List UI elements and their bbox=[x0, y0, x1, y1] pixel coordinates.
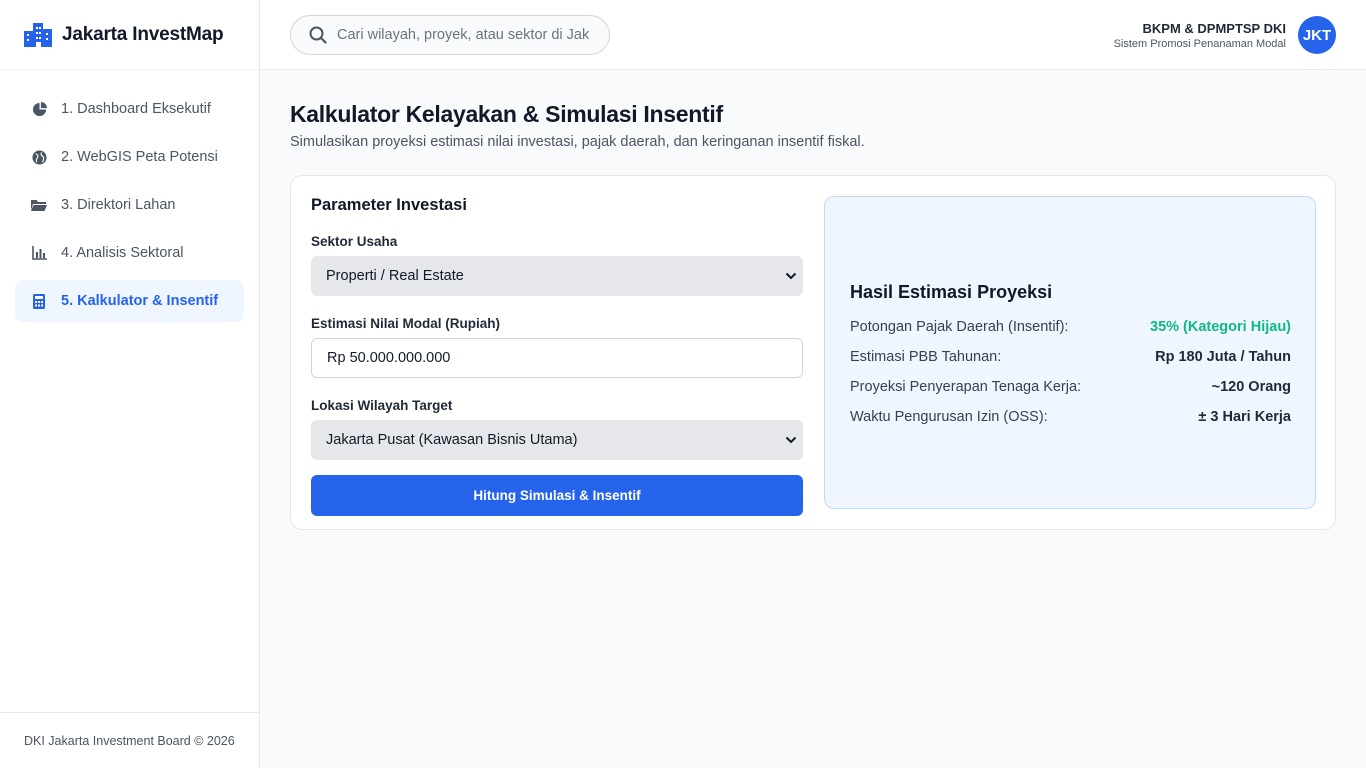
sidebar-item-label: 3. Direktori Lahan bbox=[61, 197, 176, 213]
chevron-down-icon bbox=[785, 436, 797, 444]
search-box[interactable] bbox=[290, 15, 610, 55]
topbar: BKPM & DPMPTSP DKI Sistem Promosi Penana… bbox=[260, 0, 1366, 70]
result-row: Estimasi PBB Tahunan: Rp 180 Juta / Tahu… bbox=[850, 342, 1291, 372]
sector-field: Sektor Usaha Properti / Real Estate bbox=[311, 234, 803, 296]
result-value: Rp 180 Juta / Tahun bbox=[1155, 349, 1291, 365]
location-selected-value: Jakarta Pusat (Kawasan Bisnis Utama) bbox=[326, 432, 578, 448]
sidebar-item-label: 1. Dashboard Eksekutif bbox=[61, 101, 211, 117]
app-name: Jakarta InvestMap bbox=[62, 23, 224, 45]
sidebar-item-direktori[interactable]: 3. Direktori Lahan bbox=[15, 184, 244, 226]
sidebar-item-label: 4. Analisis Sektoral bbox=[61, 245, 184, 261]
result-row: Waktu Pengurusan Izin (OSS): ± 3 Hari Ke… bbox=[850, 402, 1291, 432]
folder-open-icon bbox=[31, 197, 47, 213]
user-subtitle: Sistem Promosi Penanaman Modal bbox=[1113, 37, 1286, 50]
result-value: 35% (Kategori Hijau) bbox=[1150, 319, 1291, 335]
sidebar-item-webgis[interactable]: 2. WebGIS Peta Potensi bbox=[15, 136, 244, 178]
page-title: Kalkulator Kelayakan & Simulasi Insentif bbox=[290, 101, 723, 127]
avatar[interactable]: JKT bbox=[1298, 16, 1336, 54]
search-icon bbox=[309, 26, 327, 44]
form-title: Parameter Investasi bbox=[311, 196, 467, 214]
result-panel: Hasil Estimasi Proyeksi Potongan Pajak D… bbox=[824, 196, 1316, 509]
bar-chart-icon bbox=[31, 245, 47, 261]
sidebar: Jakarta InvestMap 1. Dashboard Eksekutif… bbox=[0, 0, 260, 768]
result-row: Proyeksi Penyerapan Tenaga Kerja: ~120 O… bbox=[850, 372, 1291, 402]
user-info: BKPM & DPMPTSP DKI Sistem Promosi Penana… bbox=[1114, 21, 1286, 50]
page-subtitle: Simulasikan proyeksi estimasi nilai inve… bbox=[290, 134, 865, 150]
location-label: Lokasi Wilayah Target bbox=[311, 398, 453, 413]
pie-chart-icon bbox=[31, 101, 47, 117]
result-row: Potongan Pajak Daerah (Insentif): 35% (K… bbox=[850, 312, 1291, 342]
city-buildings-icon bbox=[24, 22, 52, 47]
brand[interactable]: Jakarta InvestMap bbox=[0, 0, 259, 70]
main-content: Kalkulator Kelayakan & Simulasi Insentif… bbox=[290, 70, 1336, 530]
sidebar-item-label: 5. Kalkulator & Insentif bbox=[61, 293, 219, 309]
capital-input[interactable]: Rp 50.000.000.000 bbox=[311, 338, 803, 378]
capital-label: Estimasi Nilai Modal (Rupiah) bbox=[311, 316, 501, 331]
sector-selected-value: Properti / Real Estate bbox=[326, 268, 464, 284]
sidebar-footer: DKI Jakarta Investment Board © 2026 bbox=[0, 712, 259, 768]
result-key: Potongan Pajak Daerah (Insentif): bbox=[850, 319, 1069, 335]
user-area[interactable]: BKPM & DPMPTSP DKI Sistem Promosi Penana… bbox=[1114, 16, 1336, 54]
sidebar-item-label: 2. WebGIS Peta Potensi bbox=[61, 149, 218, 165]
result-title: Hasil Estimasi Proyeksi bbox=[850, 282, 1053, 302]
capital-field: Estimasi Nilai Modal (Rupiah) Rp 50.000.… bbox=[311, 316, 803, 378]
calculate-button[interactable]: Hitung Simulasi & Insentif bbox=[311, 475, 803, 516]
sector-select[interactable]: Properti / Real Estate bbox=[311, 256, 803, 296]
sidebar-nav: 1. Dashboard Eksekutif 2. WebGIS Peta Po… bbox=[0, 70, 259, 322]
calculator-card: Parameter Investasi Sektor Usaha Propert… bbox=[290, 175, 1336, 530]
capital-input-value: Rp 50.000.000.000 bbox=[327, 350, 451, 366]
user-org: BKPM & DPMPTSP DKI bbox=[1142, 20, 1287, 36]
sidebar-item-analisis[interactable]: 4. Analisis Sektoral bbox=[15, 232, 244, 274]
sidebar-item-dashboard[interactable]: 1. Dashboard Eksekutif bbox=[15, 88, 244, 130]
result-content: Hasil Estimasi Proyeksi Potongan Pajak D… bbox=[850, 282, 1291, 432]
chevron-down-icon bbox=[785, 272, 797, 280]
investment-form: Parameter Investasi Sektor Usaha Propert… bbox=[311, 196, 803, 516]
sidebar-item-kalkulator[interactable]: 5. Kalkulator & Insentif bbox=[15, 280, 244, 322]
search-input[interactable] bbox=[337, 27, 589, 43]
globe-icon bbox=[31, 149, 47, 165]
result-value: ~120 Orang bbox=[1211, 379, 1291, 395]
result-value: ± 3 Hari Kerja bbox=[1198, 409, 1291, 425]
location-select[interactable]: Jakarta Pusat (Kawasan Bisnis Utama) bbox=[311, 420, 803, 460]
calculator-icon bbox=[31, 293, 47, 309]
result-key: Waktu Pengurusan Izin (OSS): bbox=[850, 409, 1048, 425]
sector-label: Sektor Usaha bbox=[311, 234, 398, 249]
location-field: Lokasi Wilayah Target Jakarta Pusat (Kaw… bbox=[311, 398, 803, 460]
result-key: Proyeksi Penyerapan Tenaga Kerja: bbox=[850, 379, 1082, 395]
result-key: Estimasi PBB Tahunan: bbox=[850, 349, 1002, 365]
